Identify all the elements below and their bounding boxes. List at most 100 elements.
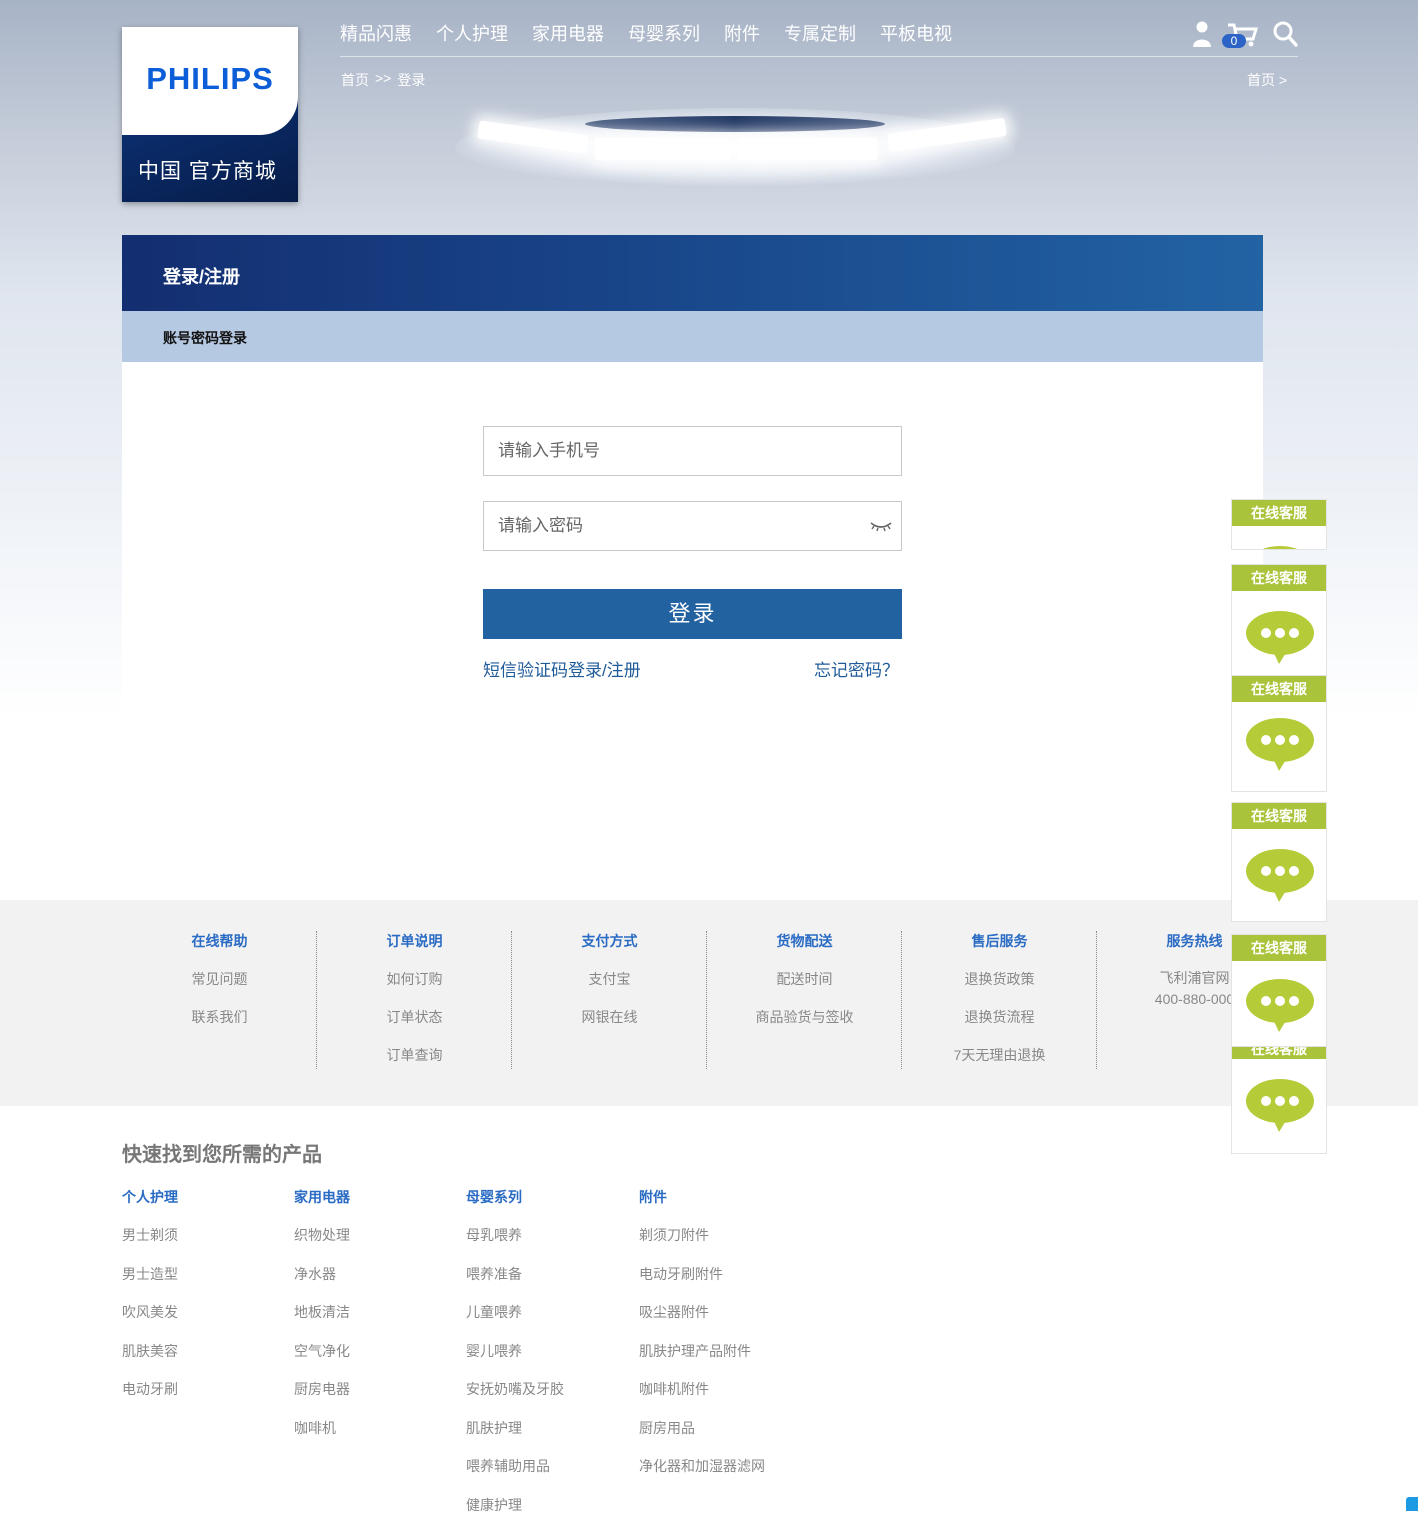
quick-find-link[interactable]: 喂养准备: [466, 1263, 564, 1302]
login-button[interactable]: 登录: [483, 589, 902, 639]
nav-item-personal-care[interactable]: 个人护理: [436, 20, 508, 46]
quick-find-link[interactable]: 肌肤护理产品附件: [639, 1340, 765, 1379]
quick-find-link[interactable]: 肌肤美容: [122, 1340, 178, 1379]
quick-find-link[interactable]: 健康护理: [466, 1494, 564, 1532]
online-service-label: 在线客服: [1232, 676, 1326, 702]
service-link[interactable]: 7天无理由退换: [902, 1044, 1097, 1082]
search-icon[interactable]: [1272, 20, 1298, 48]
quick-find-link[interactable]: 电动牙刷附件: [639, 1263, 765, 1302]
quick-find-link[interactable]: 咖啡机: [294, 1417, 350, 1456]
quick-find-link[interactable]: 剃须刀附件: [639, 1224, 765, 1263]
quick-find-link[interactable]: 咖啡机附件: [639, 1378, 765, 1417]
online-service-widget[interactable]: 在线客服: [1231, 934, 1327, 1056]
header-icons: 0: [1186, 20, 1298, 50]
service-column-help: 在线帮助 常见问题 联系我们: [122, 930, 317, 1044]
cart-count-badge: 0: [1222, 34, 1246, 48]
service-link[interactable]: 支付宝: [512, 968, 707, 1006]
quick-find-link[interactable]: 吸尘器附件: [639, 1301, 765, 1340]
quick-find-column-mother-baby: 母婴系列 母乳喂养 喂养准备 儿童喂养 婴儿喂养 安抚奶嘴及牙胶 肌肤护理 喂养…: [466, 1186, 564, 1532]
service-column-title: 在线帮助: [122, 930, 317, 968]
service-column-title: 订单说明: [317, 930, 512, 968]
quick-find-title: 快速找到您所需的产品: [122, 1138, 322, 1167]
online-service-widget[interactable]: 在线客服: [1231, 802, 1327, 922]
quick-find-column-home-appliances: 家用电器 织物处理 净水器 地板清洁 空气净化 厨房电器 咖啡机: [294, 1186, 350, 1455]
quick-find-column-title[interactable]: 母婴系列: [466, 1186, 564, 1224]
breadcrumb: 首页 >> 登录: [341, 70, 425, 90]
online-service-widget[interactable]: 在线客服: [1231, 1046, 1327, 1154]
service-link[interactable]: 联系我们: [122, 1006, 317, 1044]
chat-bubble-icon: [1245, 847, 1315, 903]
quick-find-link[interactable]: 肌肤护理: [466, 1417, 564, 1456]
password-field: [483, 501, 902, 551]
quick-find-link[interactable]: 婴儿喂养: [466, 1340, 564, 1379]
quick-find-column-title[interactable]: 个人护理: [122, 1186, 178, 1224]
breadcrumb-home-right[interactable]: 首页 >: [1247, 70, 1287, 90]
breadcrumb-separator: >>: [375, 70, 391, 90]
logo-subtitle: 中国 官方商城: [138, 155, 277, 185]
quick-find-link[interactable]: 母乳喂养: [466, 1224, 564, 1263]
chat-bubble-icon: [1245, 716, 1315, 772]
service-link[interactable]: 订单状态: [317, 1006, 512, 1044]
tab-password-login[interactable]: 账号密码登录: [163, 328, 247, 348]
online-service-widget[interactable]: 在线客服: [1231, 499, 1327, 550]
service-column-title: 售后服务: [902, 930, 1097, 968]
service-column-after-sales: 售后服务 退换货政策 退换货流程 7天无理由退换: [902, 930, 1097, 1082]
service-link[interactable]: 常见问题: [122, 968, 317, 1006]
quick-find-link[interactable]: 厨房电器: [294, 1378, 350, 1417]
online-service-label: 在线客服: [1232, 803, 1326, 829]
nav-divider: [340, 56, 1298, 57]
quick-find-link[interactable]: 男士剃须: [122, 1224, 178, 1263]
quick-find-column-title[interactable]: 附件: [639, 1186, 765, 1224]
service-link[interactable]: 商品验货与签收: [707, 1006, 902, 1044]
light-bar: [595, 138, 730, 160]
nav-item-tv[interactable]: 平板电视: [880, 20, 952, 46]
feedback-tab[interactable]: [1406, 1497, 1418, 1511]
service-link[interactable]: 订单查询: [317, 1044, 512, 1082]
service-column-title: 货物配送: [707, 930, 902, 968]
quick-find-link[interactable]: 空气净化: [294, 1340, 350, 1379]
breadcrumb-home[interactable]: 首页: [341, 70, 369, 90]
nav-item-mother-baby[interactable]: 母婴系列: [628, 20, 700, 46]
online-service-widget[interactable]: 在线客服: [1231, 564, 1327, 686]
nav-item-flash-sale[interactable]: 精品闪惠: [340, 20, 412, 46]
service-column-title: 支付方式: [512, 930, 707, 968]
quick-find-link[interactable]: 儿童喂养: [466, 1301, 564, 1340]
quick-find-link[interactable]: 电动牙刷: [122, 1378, 178, 1417]
service-link[interactable]: 如何订购: [317, 968, 512, 1006]
quick-find-link[interactable]: 净水器: [294, 1263, 350, 1302]
login-tab-bar: 账号密码登录: [122, 311, 1263, 362]
eye-closed-icon[interactable]: [870, 519, 892, 533]
quick-find-link[interactable]: 净化器和加湿器滤网: [639, 1455, 765, 1494]
quick-find-link[interactable]: 厨房用品: [639, 1417, 765, 1456]
service-link[interactable]: 退换货政策: [902, 968, 1097, 1006]
chat-bubble-icon: [1245, 544, 1315, 550]
quick-find-link[interactable]: 喂养辅助用品: [466, 1455, 564, 1494]
light-bar: [738, 138, 878, 160]
service-column-orders: 订单说明 如何订购 订单状态 订单查询: [317, 930, 512, 1082]
online-service-label: 在线客服: [1232, 1047, 1326, 1059]
service-link[interactable]: 退换货流程: [902, 1006, 1097, 1044]
quick-find-column-title[interactable]: 家用电器: [294, 1186, 350, 1224]
service-link[interactable]: 网银在线: [512, 1006, 707, 1044]
quick-find-link[interactable]: 地板清洁: [294, 1301, 350, 1340]
nav-item-accessories[interactable]: 附件: [724, 20, 760, 46]
nav-item-customization[interactable]: 专属定制: [784, 20, 856, 46]
forgot-password-link[interactable]: 忘记密码？: [814, 656, 899, 681]
quick-find-link[interactable]: 织物处理: [294, 1224, 350, 1263]
online-service-widget[interactable]: 在线客服: [1231, 675, 1327, 792]
philips-logo[interactable]: PHILIPS 中国 官方商城: [122, 27, 298, 202]
quick-find-column-accessories: 附件 剃须刀附件 电动牙刷附件 吸尘器附件 肌肤护理产品附件 咖啡机附件 厨房用…: [639, 1186, 765, 1494]
phone-input[interactable]: [484, 427, 858, 475]
quick-find-link[interactable]: 安抚奶嘴及牙胶: [466, 1378, 564, 1417]
chat-bubble-icon: [1245, 977, 1315, 1033]
service-column-payment: 支付方式 支付宝 网银在线: [512, 930, 707, 1044]
online-service-label: 在线客服: [1232, 565, 1326, 591]
online-service-label: 在线客服: [1232, 935, 1326, 961]
quick-find-link[interactable]: 吹风美发: [122, 1301, 178, 1340]
user-icon[interactable]: [1190, 20, 1214, 48]
sms-login-link[interactable]: 短信验证码登录/注册: [483, 656, 641, 681]
password-input[interactable]: [484, 502, 858, 550]
service-link[interactable]: 配送时间: [707, 968, 902, 1006]
nav-item-home-appliances[interactable]: 家用电器: [532, 20, 604, 46]
quick-find-link[interactable]: 男士造型: [122, 1263, 178, 1302]
